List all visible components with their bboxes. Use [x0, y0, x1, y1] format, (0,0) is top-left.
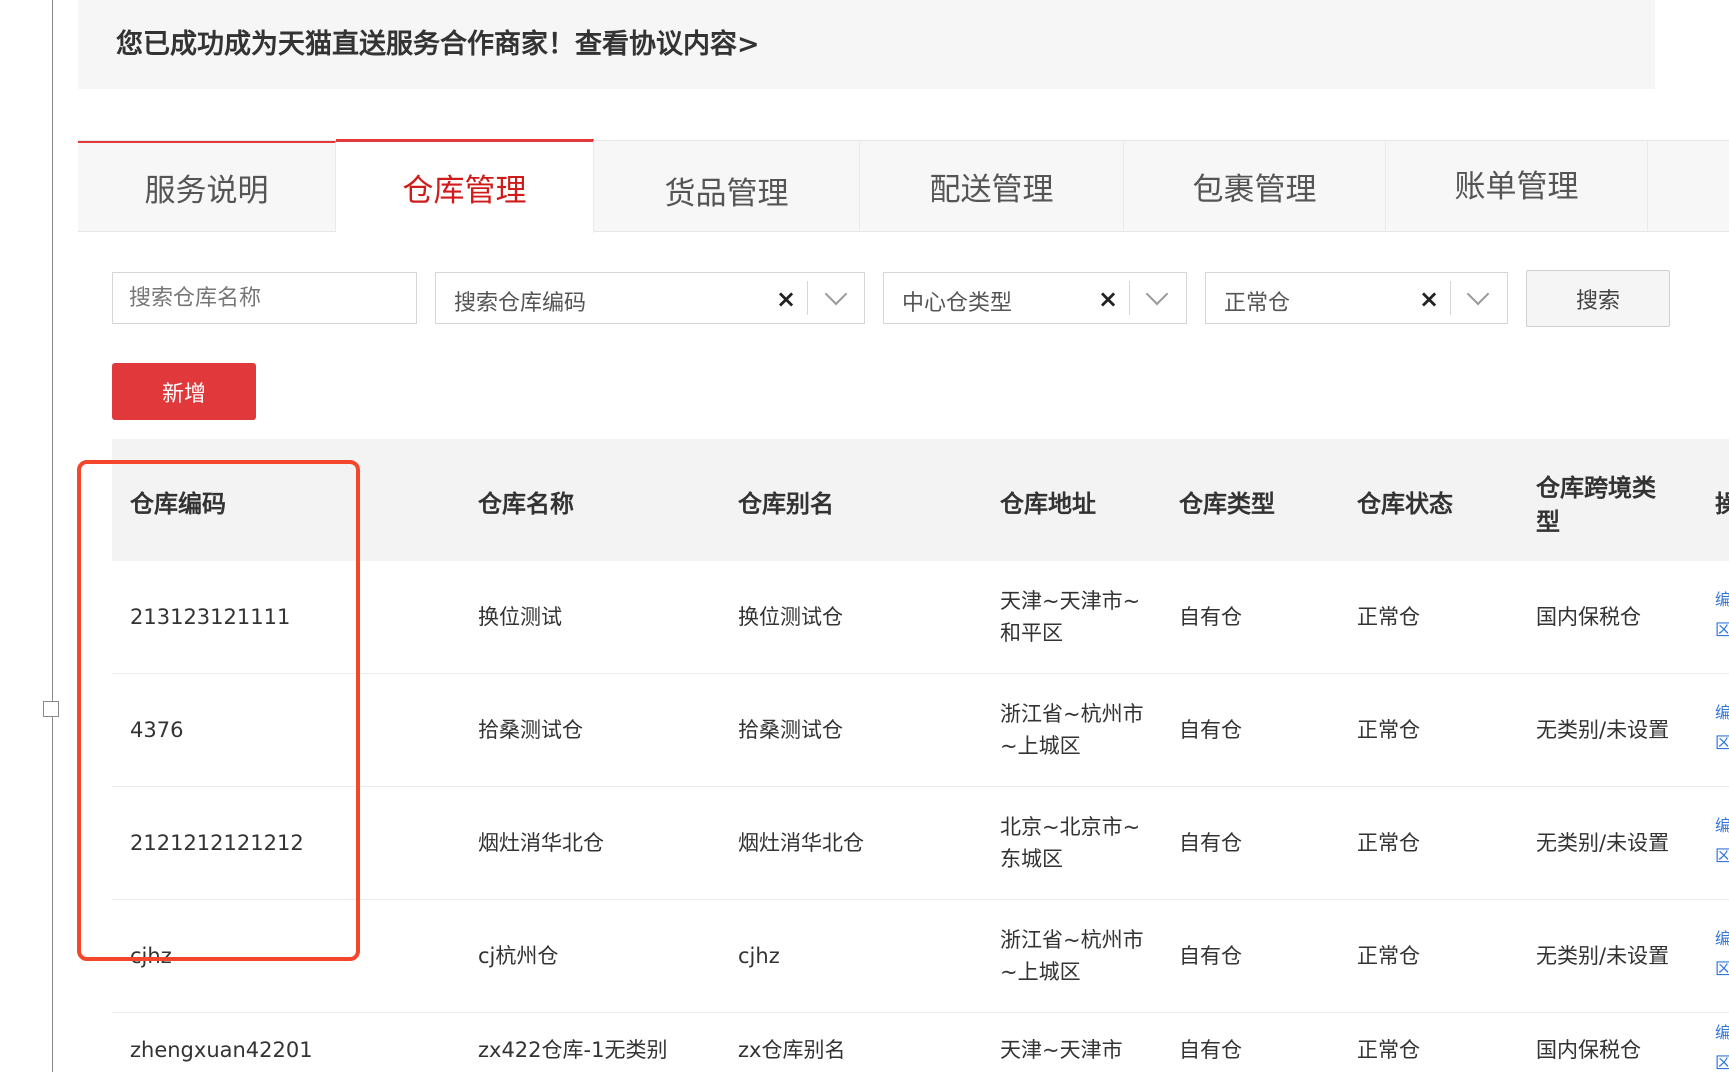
cell-cross-border: 国内保税仓 — [1536, 1038, 1641, 1062]
cell-status: 正常仓 — [1357, 1038, 1420, 1062]
cell-alias: 换位测试仓 — [738, 605, 843, 629]
header-type[interactable]: 仓库类型 — [1179, 484, 1275, 519]
cell-type: 自有仓 — [1179, 944, 1242, 968]
tab-package[interactable]: 包裹管理 — [1124, 141, 1386, 232]
table-row[interactable]: 213123121111 换位测试 换位测试仓 天津~天津市~ 和平区 自有仓 … — [112, 561, 1729, 674]
select-value: 搜索仓库编码 — [454, 291, 587, 316]
clear-icon[interactable]: × — [1098, 285, 1118, 313]
cell-status: 正常仓 — [1357, 944, 1420, 968]
cell-code: zhengxuan42201 — [130, 1038, 313, 1062]
edit-link[interactable]: 编 区 — [1715, 698, 1729, 758]
cell-code: 2121212121212 — [130, 831, 304, 855]
clear-icon[interactable]: × — [776, 285, 796, 313]
cell-address: 浙江省~杭州市 ~上城区 — [1000, 928, 1144, 984]
table-row[interactable]: 4376 拾桑测试仓 拾桑测试仓 浙江省~杭州市 ~上城区 自有仓 正常仓 无类… — [112, 674, 1729, 787]
table-row[interactable]: cjhz cj杭州仓 cjhz 浙江省~杭州市 ~上城区 自有仓 正常仓 无类别… — [112, 900, 1729, 1013]
cell-alias: 拾桑测试仓 — [738, 718, 843, 742]
header-operation[interactable]: 操 — [1715, 484, 1729, 519]
chevron-down-icon[interactable] — [1145, 282, 1169, 306]
cell-address: 天津~天津市 — [1000, 1038, 1123, 1062]
warehouse-name-search-input[interactable] — [112, 272, 417, 324]
cell-type: 自有仓 — [1179, 1038, 1242, 1062]
table-row[interactable]: 2121212121212 烟灶消华北仓 烟灶消华北仓 北京~北京市~ 东城区 … — [112, 787, 1729, 900]
cell-address: 天津~天津市~ 和平区 — [1000, 589, 1141, 645]
select-value: 中心仓类型 — [902, 291, 1013, 316]
cell-name: 烟灶消华北仓 — [478, 831, 604, 855]
tab-bar: 服务说明 仓库管理 货品管理 配送管理 包裹管理 账单管理 — [78, 139, 1729, 233]
edit-link[interactable]: 编 区 — [1715, 585, 1729, 645]
cell-address: 浙江省~杭州市 ~上城区 — [1000, 702, 1144, 758]
divider — [1450, 281, 1451, 315]
cell-code: cjhz — [130, 944, 172, 968]
select-value: 正常仓 — [1224, 291, 1291, 316]
edit-link[interactable]: 编 区 — [1715, 811, 1729, 871]
divider — [1129, 281, 1130, 315]
cell-status: 正常仓 — [1357, 718, 1420, 742]
cell-code: 213123121111 — [130, 605, 291, 629]
cell-type: 自有仓 — [1179, 831, 1242, 855]
cell-type: 自有仓 — [1179, 605, 1242, 629]
edit-link[interactable]: 编 区 — [1715, 1018, 1729, 1078]
edit-link[interactable]: 编 区 — [1715, 924, 1729, 984]
header-status[interactable]: 仓库状态 — [1357, 484, 1453, 519]
warehouse-status-select[interactable]: 正常仓 × — [1205, 272, 1508, 324]
cell-name: 拾桑测试仓 — [478, 718, 583, 742]
header-alias[interactable]: 仓库别名 — [738, 484, 834, 519]
tab-warehouse[interactable]: 仓库管理 — [336, 139, 594, 233]
tab-delivery[interactable]: 配送管理 — [860, 141, 1124, 232]
warehouse-code-select[interactable]: 搜索仓库编码 × — [435, 272, 865, 324]
header-cross-border-line2: 型 — [1536, 508, 1560, 536]
tab-goods[interactable]: 货品管理 — [594, 141, 860, 232]
cell-address: 北京~北京市~ 东城区 — [1000, 815, 1141, 871]
header-cross-border-line1[interactable]: 仓库跨境类 — [1536, 468, 1656, 503]
cell-code: 4376 — [130, 718, 184, 742]
cell-name: zx422仓库-1无类别 — [478, 1038, 668, 1062]
chevron-down-icon[interactable] — [1466, 282, 1490, 306]
cell-alias: zx仓库别名 — [738, 1038, 846, 1062]
warehouse-type-select[interactable]: 中心仓类型 × — [883, 272, 1187, 324]
table-header: 仓库编码 仓库名称 仓库别名 仓库地址 仓库类型 仓库状态 仓库跨境类 型 操 — [112, 439, 1729, 561]
cell-cross-border: 无类别/未设置 — [1536, 718, 1670, 742]
resize-handle[interactable] — [43, 701, 59, 717]
cell-cross-border: 无类别/未设置 — [1536, 944, 1670, 968]
cell-status: 正常仓 — [1357, 605, 1420, 629]
divider — [807, 281, 808, 315]
clear-icon[interactable]: × — [1419, 285, 1439, 313]
search-button[interactable]: 搜索 — [1526, 270, 1670, 327]
cell-cross-border: 国内保税仓 — [1536, 605, 1641, 629]
cell-name: cj杭州仓 — [478, 944, 559, 968]
cell-type: 自有仓 — [1179, 718, 1242, 742]
cell-alias: cjhz — [738, 944, 780, 968]
cell-cross-border: 无类别/未设置 — [1536, 831, 1670, 855]
agreement-link[interactable]: 您已成功成为天猫直送服务合作商家！查看协议内容> — [116, 22, 760, 61]
cell-alias: 烟灶消华北仓 — [738, 831, 864, 855]
table-row[interactable]: zhengxuan42201 zx422仓库-1无类别 zx仓库别名 天津~天津… — [112, 1013, 1729, 1072]
add-warehouse-button[interactable]: 新增 — [112, 363, 256, 420]
header-code[interactable]: 仓库编码 — [130, 484, 226, 519]
cell-name: 换位测试 — [478, 605, 562, 629]
header-name[interactable]: 仓库名称 — [478, 484, 574, 519]
header-address[interactable]: 仓库地址 — [1000, 484, 1096, 519]
cell-status: 正常仓 — [1357, 831, 1420, 855]
tab-service-info[interactable]: 服务说明 — [78, 141, 336, 232]
tab-billing[interactable]: 账单管理 — [1386, 141, 1648, 232]
chevron-down-icon[interactable] — [824, 282, 848, 306]
left-guide-line — [52, 0, 53, 1072]
